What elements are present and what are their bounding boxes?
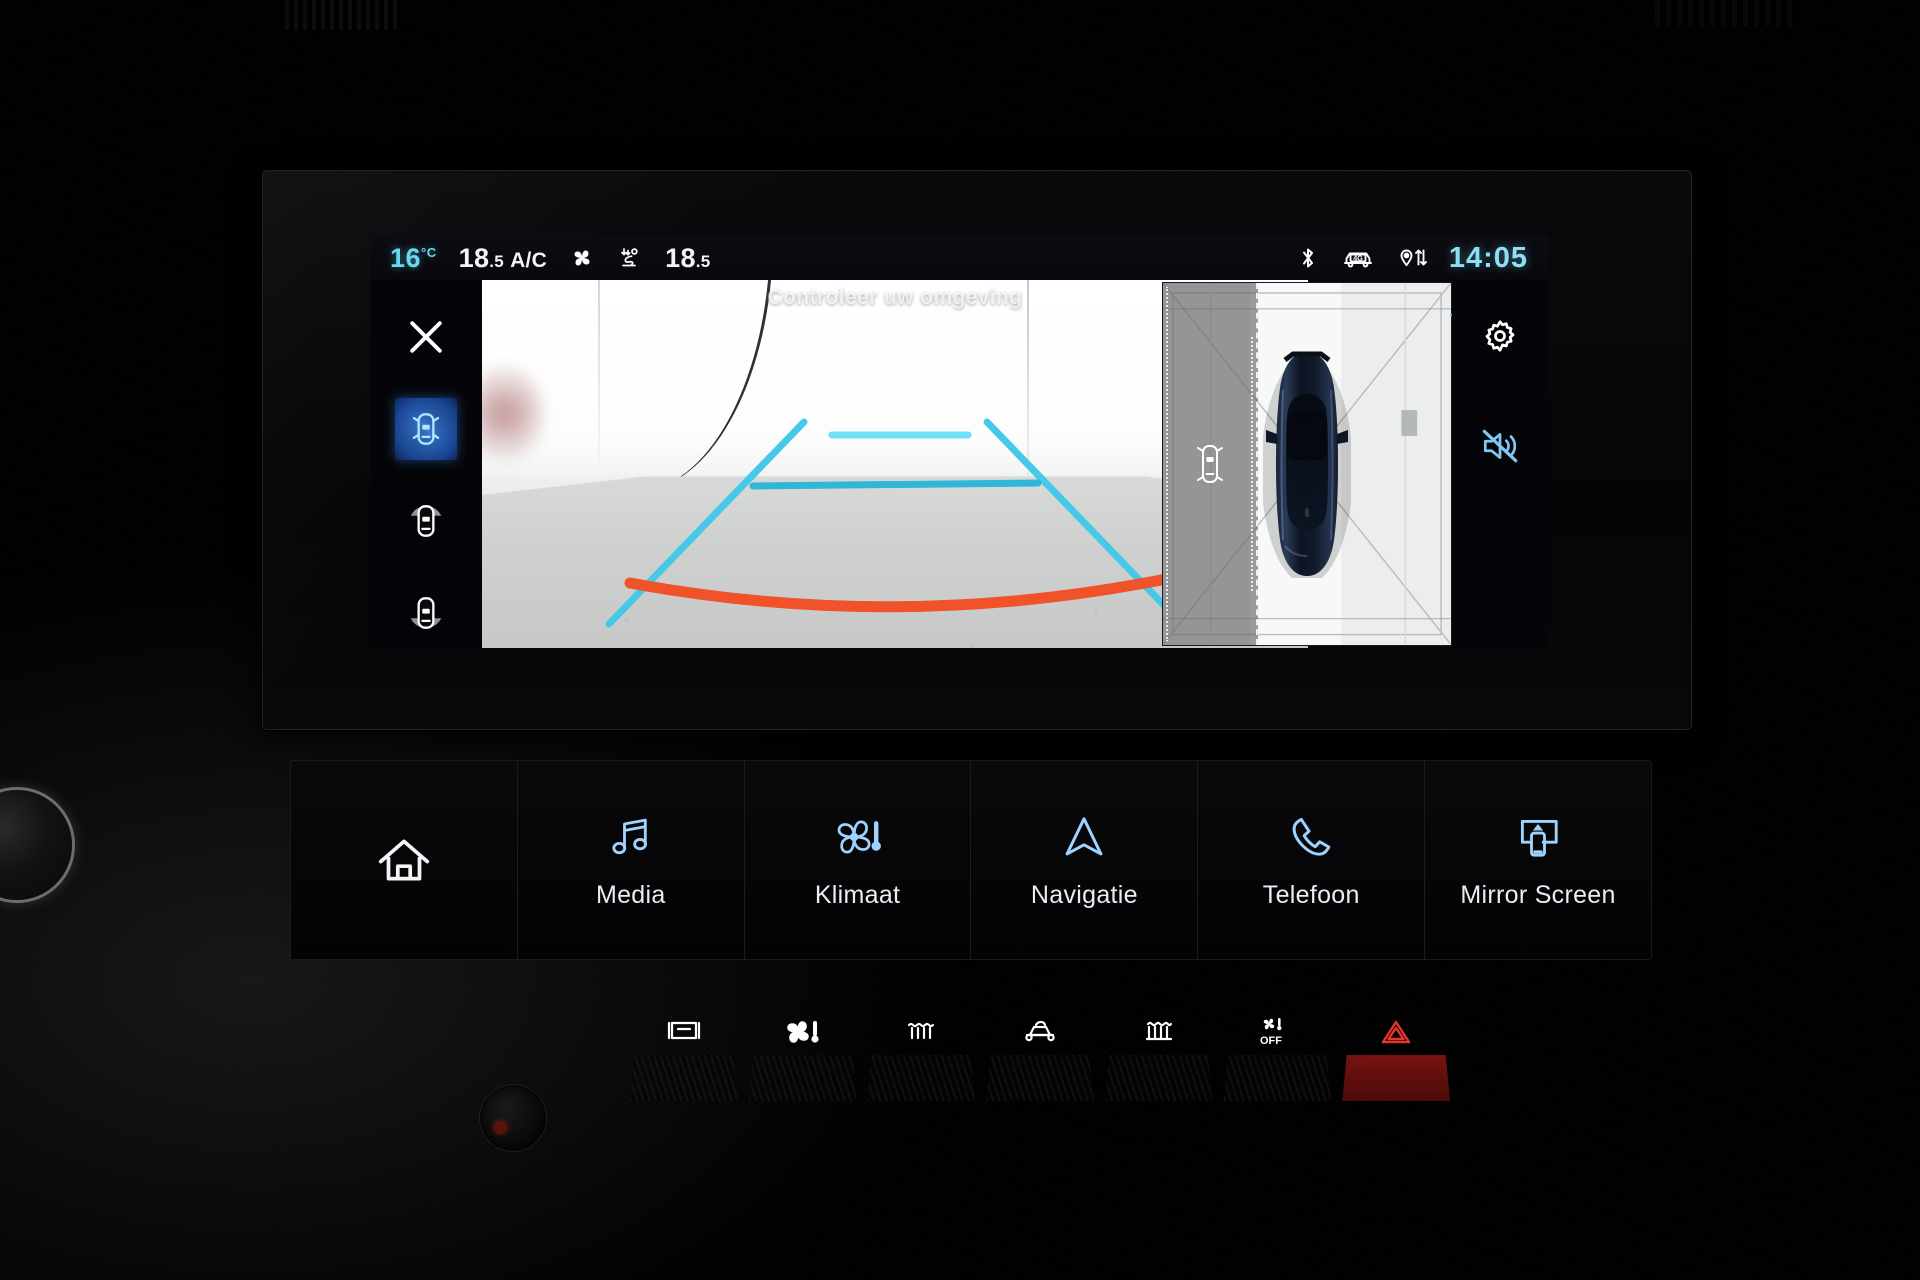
media-label: Media [595,880,666,909]
air-vent-right [1655,0,1795,26]
recirculation-icon [1020,1015,1060,1049]
outside-temperature: 16°C [390,243,437,274]
navigation-button[interactable]: Navigatie [971,761,1199,959]
gps-pin-transfer-icon [1395,245,1429,271]
windshield-defrost-icon [664,1015,704,1049]
rear-defrost-icon [1139,1015,1179,1049]
climate-menu-button[interactable] [748,1015,857,1105]
outside-temp-value: 16 [390,242,422,273]
bluetooth-icon [1295,245,1321,271]
vehicle-top-view [1263,351,1351,578]
climate-off-label: OFF [1260,1035,1282,1047]
birdseye-alert-zone-left [1163,283,1258,645]
airflow-seat-icon[interactable] [617,245,643,271]
phone-label: Telefoon [1262,880,1360,909]
fan-icon[interactable] [569,245,595,271]
outside-temp-unit: °C [421,244,437,260]
passenger-temp-dec: .5 [695,251,711,271]
infotainment-screen[interactable]: 16°C 18.5 A/C 18.5 4G 14:05 Controleer u… [370,236,1548,648]
physical-hvac-buttons: OFF [630,1015,1451,1105]
clock: 14:05 [1448,241,1528,274]
button-grille [1223,1055,1332,1101]
mute-parking-sound-button[interactable] [1472,418,1528,474]
button-grille [1104,1055,1213,1101]
button-grille [867,1055,976,1101]
home-button[interactable] [291,761,518,959]
hazard-triangle-icon [1376,1015,1416,1049]
car-4g-icon: 4G [1341,245,1375,271]
button-grille [748,1055,857,1101]
view-rear-button[interactable] [395,582,457,644]
mirror-screen-label: Mirror Screen [1460,880,1616,909]
passenger-temperature[interactable]: 18.5 [665,243,710,274]
climate-button[interactable]: Klimaat [745,761,972,959]
car-side-alert-icon [1196,445,1223,483]
climate-label: Klimaat [814,880,901,909]
view-360-surround-button[interactable] [395,398,457,460]
screen-mirroring-icon [1521,819,1558,857]
hazard-button-grille [1342,1055,1451,1101]
passenger-temp-int: 18 [665,242,696,273]
birdseye-view-panel[interactable] [1162,282,1452,646]
driver-temp-dec: .5 [489,251,505,271]
camera-view-rail [370,280,482,648]
fan-thermometer-icon [783,1015,823,1049]
camera-options-rail [1452,280,1548,648]
climate-off-button[interactable]: OFF [1223,1015,1332,1105]
rear-defrost-button[interactable] [1104,1015,1213,1105]
windshield-defrost-button[interactable] [630,1015,738,1105]
navigation-label: Navigatie [1030,880,1138,909]
ac-label: A/C [510,248,548,272]
phone-handset-icon [1292,817,1331,856]
connectivity-label: 4G [1353,254,1363,263]
volume-knob[interactable] [0,790,72,900]
view-front-button[interactable] [395,490,457,552]
driver-temp-int: 18 [458,242,490,273]
button-grille [986,1055,1094,1101]
close-camera-button[interactable] [395,306,457,368]
fan-thermometer-icon [837,820,881,853]
shortcut-touch-bar: Media Klimaat Navigatie Telefoon Mirror … [290,760,1652,960]
camera-settings-button[interactable] [1472,308,1528,364]
navigation-arrow-icon [1065,816,1103,855]
phone-button[interactable]: Telefoon [1198,761,1426,959]
air-recirculation-button[interactable] [986,1015,1094,1105]
console-round-button[interactable] [480,1085,546,1151]
driver-temperature[interactable]: 18.5 A/C [459,243,548,274]
media-button[interactable]: Media [518,761,745,959]
mirror-screen-button[interactable]: Mirror Screen [1425,761,1651,959]
climate-off-icon: OFF [1257,1015,1297,1049]
home-icon [378,839,430,881]
music-note-icon [612,818,647,854]
button-grille [630,1055,738,1101]
hazard-lights-button[interactable] [1342,1015,1451,1105]
front-windshield-heat-button[interactable] [867,1015,976,1105]
windshield-heat-icon [901,1015,941,1049]
air-vent-left [285,0,400,30]
status-bar: 16°C 18.5 A/C 18.5 4G 14:05 [370,236,1548,280]
